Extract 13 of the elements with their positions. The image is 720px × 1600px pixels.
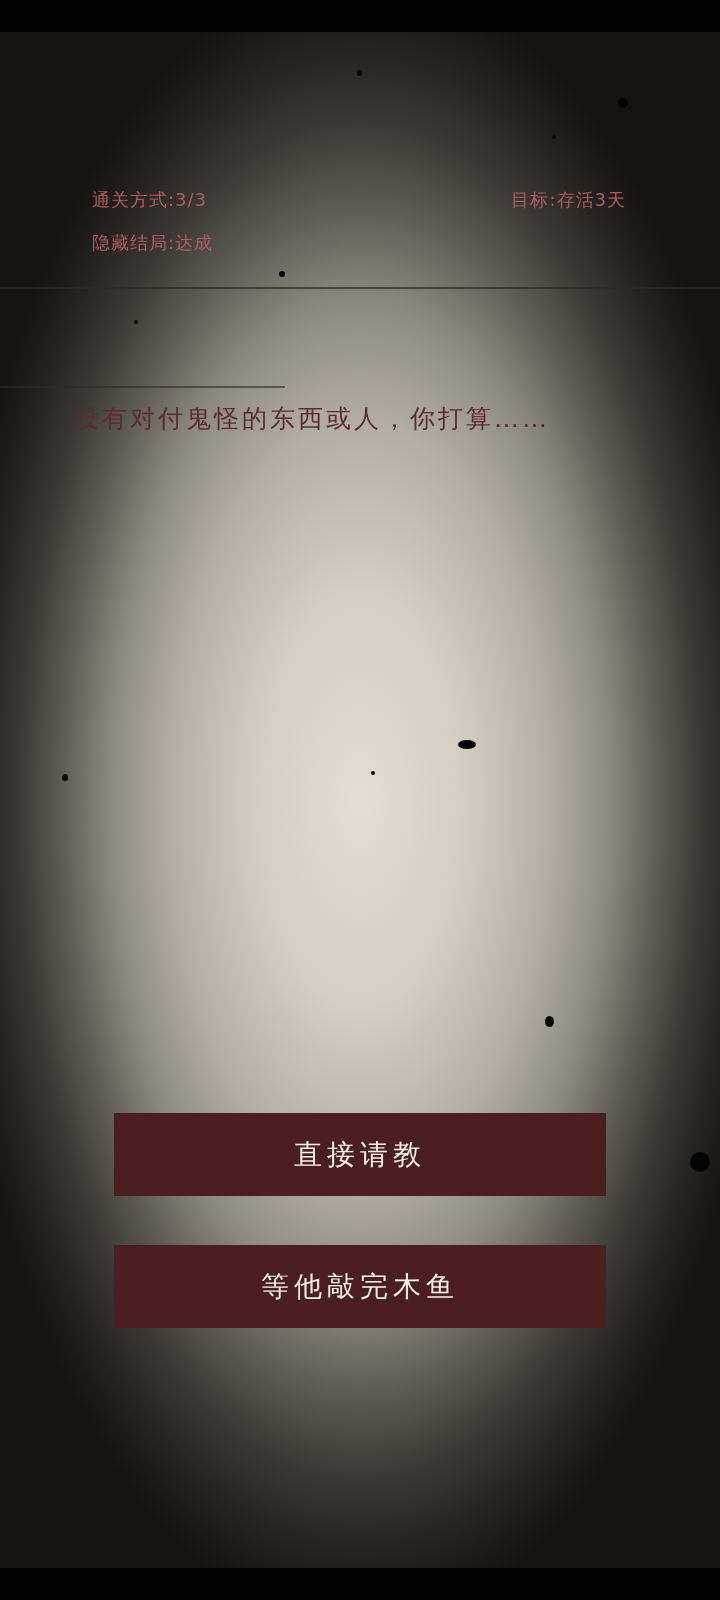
clear-methods-text: 通关方式:3/3: [92, 188, 208, 212]
speck-icon: [545, 1016, 554, 1027]
speck-icon: [357, 70, 362, 76]
goal-text: 目标:存活3天: [511, 188, 626, 212]
choice-button[interactable]: 直接请教: [114, 1113, 606, 1196]
speck-icon: [690, 1152, 710, 1172]
hidden-ending-text: 隐藏结局:达成: [92, 232, 214, 253]
choice-button[interactable]: 等他敲完木鱼: [114, 1245, 606, 1328]
speck-icon: [134, 320, 138, 324]
speck-icon: [62, 774, 68, 781]
speck-icon: [279, 271, 285, 277]
speck-icon: [371, 771, 375, 775]
speck-icon: [458, 740, 476, 749]
